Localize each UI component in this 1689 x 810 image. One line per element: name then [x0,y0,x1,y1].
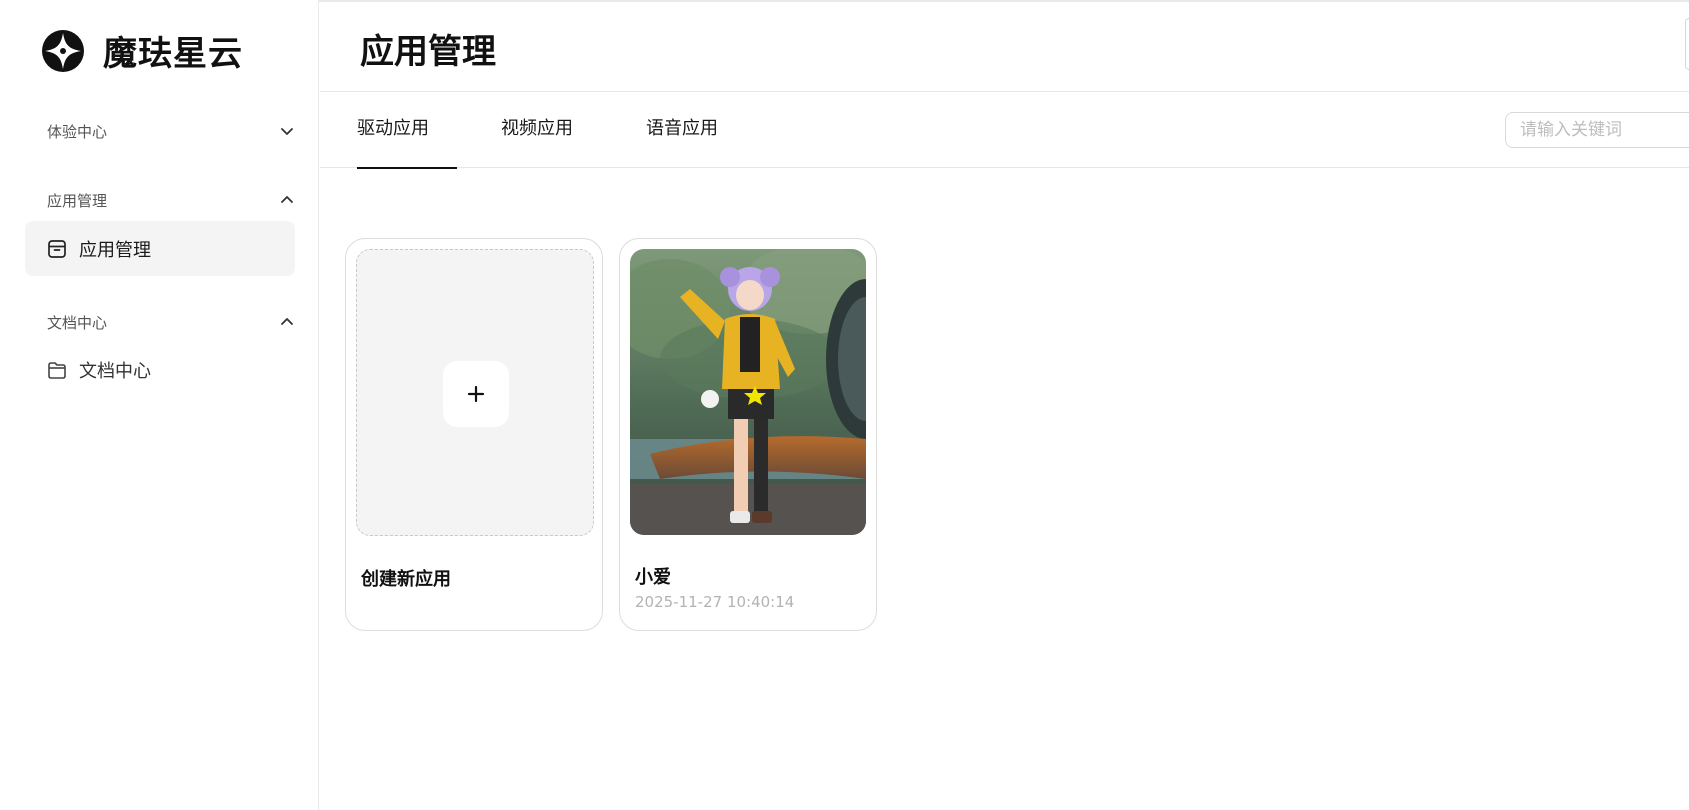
header-edge-control[interactable] [1685,18,1689,70]
sidebar-group-app-management[interactable]: 应用管理 [47,188,295,212]
create-app-dropzone[interactable] [356,249,594,536]
sidebar-group-label: 体验中心 [47,122,108,141]
chevron-down-icon [281,128,293,135]
tab-driver-apps[interactable]: 驱动应用 [357,114,457,169]
create-app-card[interactable]: 创建新应用 [345,238,603,631]
page-header: 应用管理 [320,0,1689,92]
brand-logo-icon [42,29,84,72]
app-thumbnail-image [630,249,866,535]
sidebar-group-experience[interactable]: 体验中心 [47,119,295,143]
sidebar: 魔珐星云 体验中心 应用管理 应用管理 文档中心 文档中心 [0,0,319,810]
archive-box-icon [48,239,66,258]
folder-icon [48,361,66,379]
search-input[interactable] [1505,112,1689,148]
sidebar-item-docs[interactable]: 文档中心 [25,342,295,397]
tab-voice-apps[interactable]: 语音应用 [646,114,718,168]
tab-video-apps[interactable]: 视频应用 [501,114,573,168]
sidebar-group-docs[interactable]: 文档中心 [47,310,295,334]
main-content: 应用管理 驱动应用 视频应用 语音应用 创建新应用 [320,0,1689,810]
page-title: 应用管理 [360,32,496,72]
sidebar-item-app-management[interactable]: 应用管理 [25,221,295,276]
sidebar-group-label: 应用管理 [47,191,108,210]
chevron-up-icon [281,196,293,203]
app-card[interactable]: 小爱 2025-11-27 10:40:14 [619,238,877,631]
create-app-button[interactable] [443,361,509,427]
create-app-label: 创建新应用 [361,569,451,590]
sidebar-item-label: 文档中心 [79,360,151,382]
app-name: 小爱 [635,567,671,588]
tab-bar: 驱动应用 视频应用 语音应用 [320,92,1689,169]
brand-name: 魔珐星云 [103,34,243,74]
sidebar-group-label: 文档中心 [47,313,108,332]
sidebar-item-label: 应用管理 [79,239,151,261]
chevron-up-icon [281,318,293,325]
plus-icon [467,385,485,403]
app-timestamp: 2025-11-27 10:40:14 [635,593,795,611]
brand[interactable]: 魔珐星云 [42,26,243,75]
